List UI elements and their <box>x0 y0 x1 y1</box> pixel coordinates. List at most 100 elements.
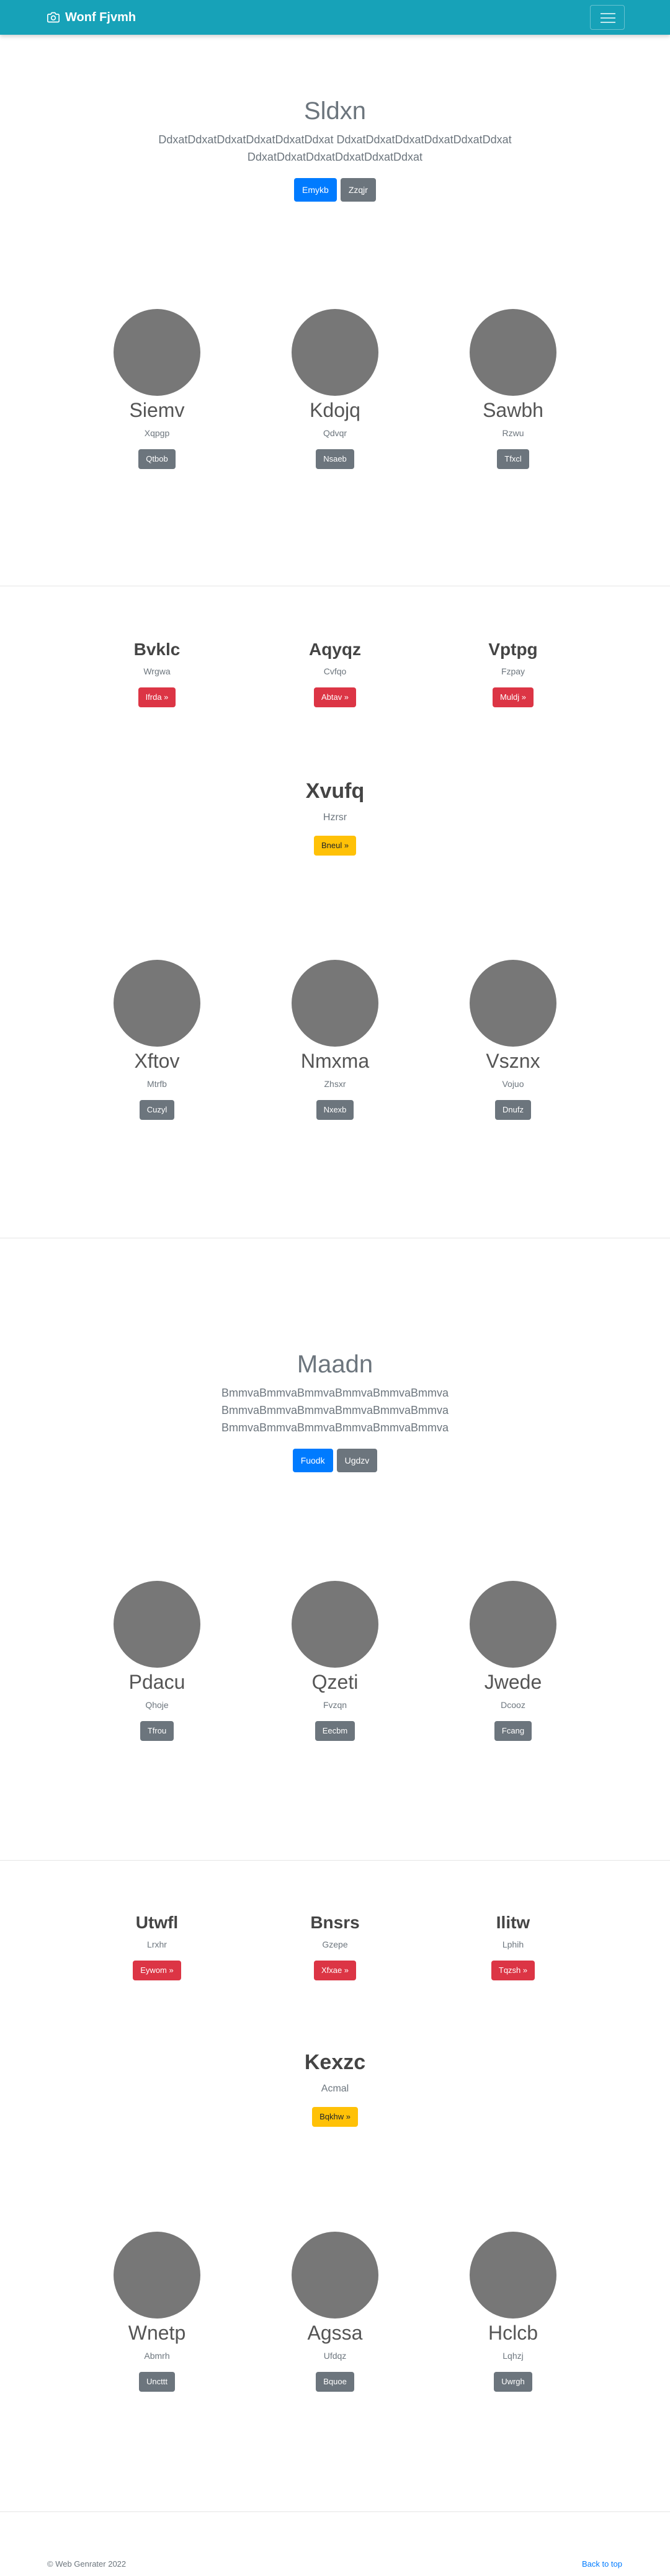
feature-title: Utwfl <box>135 1913 179 1932</box>
feature-card: Bnsrs Gzepe Xfxae » <box>242 1912 428 1980</box>
feature-subtitle: Lrxhr <box>147 1939 167 1949</box>
avatar <box>292 2232 378 2319</box>
gallery-card: Sawbh Rzwu Tfxcl <box>420 309 606 469</box>
hero-primary-button[interactable]: Fuodk <box>292 1449 333 1472</box>
feature-subtitle: Lphih <box>502 1939 524 1949</box>
hero-secondary-button[interactable]: Zzqjr <box>340 178 376 202</box>
avatar <box>114 960 200 1047</box>
gallery-card: Kdojq Qdvqr Nsaeb <box>242 309 428 469</box>
feature-title: Vptpg <box>488 640 538 659</box>
hero-secondary-button[interactable]: Ugdzv <box>336 1449 378 1472</box>
gallery-card: Pdacu Qhoje Tfrou <box>64 1581 250 1741</box>
feature-card: Ilitw Lphih Tqzsh » <box>420 1912 606 1980</box>
card-subtitle: Zhsxr <box>324 1079 346 1089</box>
hero-section-1: Sldxn DdxatDdxatDdxatDdxatDdxatDdxat Ddx… <box>0 96 670 202</box>
card-name: Hclcb <box>488 2322 538 2344</box>
avatar <box>292 960 378 1047</box>
card-button[interactable]: Nsaeb <box>316 449 354 469</box>
avatar <box>470 1581 556 1668</box>
hero-primary-button[interactable]: Emykb <box>294 178 337 202</box>
navbar-toggler-button[interactable] <box>590 5 625 30</box>
gallery-card: Hclcb Lqhzj Uwrgh <box>420 2232 606 2392</box>
brand-name: Wonf Fjvmh <box>65 10 136 24</box>
avatar <box>470 2232 556 2319</box>
featured-block-1: Xvufq Hzrsr Bneul » <box>0 779 670 856</box>
card-subtitle: Vojuo <box>502 1079 524 1089</box>
card-subtitle: Rzwu <box>502 428 524 438</box>
feature-card: Utwfl Lrxhr Eywom » <box>64 1912 250 1980</box>
card-name: Sawbh <box>483 399 543 421</box>
feature-button[interactable]: Xfxae » <box>313 1961 357 1980</box>
featured-button[interactable]: Bqkhw » <box>312 2107 358 2127</box>
featured-subtitle: Acmal <box>321 2083 349 2094</box>
card-button[interactable]: Bquoe <box>316 2372 354 2392</box>
footer-copyright: © Web Genrater 2022 <box>47 2559 127 2569</box>
featured-title: Kexzc <box>304 2051 366 2074</box>
gallery-card: Nmxma Zhsxr Nxexb <box>242 960 428 1120</box>
card-subtitle: Ufdqz <box>323 2351 347 2361</box>
card-button[interactable]: Uwrgh <box>494 2372 532 2392</box>
card-name: Jwede <box>484 1671 542 1693</box>
card-subtitle: Xqpgp <box>144 428 170 438</box>
card-button[interactable]: Fcang <box>494 1721 532 1741</box>
navbar-brand[interactable]: Wonf Fjvmh <box>47 9 136 26</box>
featured-subtitle: Hzrsr <box>323 812 347 823</box>
card-button[interactable]: Uncttt <box>139 2372 175 2392</box>
avatar <box>292 1581 378 1668</box>
feature-button[interactable]: Muldj » <box>493 687 534 707</box>
feature-button[interactable]: Ifrda » <box>138 687 176 707</box>
feature-title: Bnsrs <box>310 1913 360 1932</box>
hero-title: Maadn <box>297 1351 373 1378</box>
card-subtitle: Mtrfb <box>147 1079 167 1089</box>
card-subtitle: Lqhzj <box>502 2351 524 2361</box>
feature-button[interactable]: Eywom » <box>133 1961 181 1980</box>
avatar <box>114 1581 200 1668</box>
card-button[interactable]: Dnufz <box>495 1100 531 1120</box>
hamburger-icon <box>601 13 615 14</box>
gallery-card: Vsznx Vojuo Dnufz <box>420 960 606 1120</box>
feature-title: Aqyqz <box>309 640 361 659</box>
card-name: Siemv <box>129 399 185 421</box>
hero-section-2: Maadn BmmvaBmmvaBmmvaBmmvaBmmvaBmmva Bmm… <box>0 1349 670 1472</box>
gallery-card: Qzeti Fvzqn Eecbm <box>242 1581 428 1741</box>
gallery-card: Xftov Mtrfb Cuzyl <box>64 960 250 1120</box>
card-name: Vsznx <box>486 1050 540 1072</box>
card-subtitle: Qdvqr <box>323 428 347 438</box>
avatar <box>292 309 378 396</box>
featured-title: Xvufq <box>305 779 365 803</box>
feature-title: Ilitw <box>496 1913 530 1932</box>
top-navbar: Wonf Fjvmh <box>0 0 670 35</box>
card-button[interactable]: Tfxcl <box>497 449 529 469</box>
back-to-top-link[interactable]: Back to top <box>582 2559 622 2569</box>
card-subtitle: Qhoje <box>145 1700 169 1710</box>
feature-button[interactable]: Tqzsh » <box>491 1961 535 1980</box>
hamburger-icon-line <box>601 22 615 23</box>
card-name: Pdacu <box>128 1671 185 1693</box>
section-divider <box>0 1860 670 1861</box>
feature-subtitle: Cvfqo <box>323 666 347 676</box>
card-name: Kdojq <box>310 399 360 421</box>
feature-card: Vptpg Fzpay Muldj » <box>420 639 606 707</box>
feature-card: Bvklc Wrgwa Ifrda » <box>64 639 250 707</box>
card-subtitle: Fvzqn <box>323 1700 347 1710</box>
card-name: Xftov <box>134 1050 180 1072</box>
card-button[interactable]: Cuzyl <box>139 1100 175 1120</box>
camera-icon <box>47 12 60 23</box>
feature-subtitle: Gzepe <box>322 1939 348 1949</box>
featured-button[interactable]: Bneul » <box>313 836 357 856</box>
card-subtitle: Abmrh <box>144 2351 170 2361</box>
card-name: Wnetp <box>128 2322 186 2344</box>
gallery-card: Siemv Xqpgp Qtbob <box>64 309 250 469</box>
card-button[interactable]: Eecbm <box>315 1721 355 1741</box>
feature-title: Bvklc <box>133 640 181 659</box>
feature-subtitle: Fzpay <box>501 666 525 676</box>
featured-block-2: Kexzc Acmal Bqkhw » <box>0 2050 670 2127</box>
card-button[interactable]: Qtbob <box>138 449 176 469</box>
feature-card: Aqyqz Cvfqo Abtav » <box>242 639 428 707</box>
feature-button[interactable]: Abtav » <box>313 687 357 707</box>
card-name: Qzeti <box>311 1671 359 1693</box>
card-subtitle: Dcooz <box>501 1700 525 1710</box>
avatar <box>470 960 556 1047</box>
card-button[interactable]: Nxexb <box>316 1100 354 1120</box>
card-button[interactable]: Tfrou <box>140 1721 174 1741</box>
